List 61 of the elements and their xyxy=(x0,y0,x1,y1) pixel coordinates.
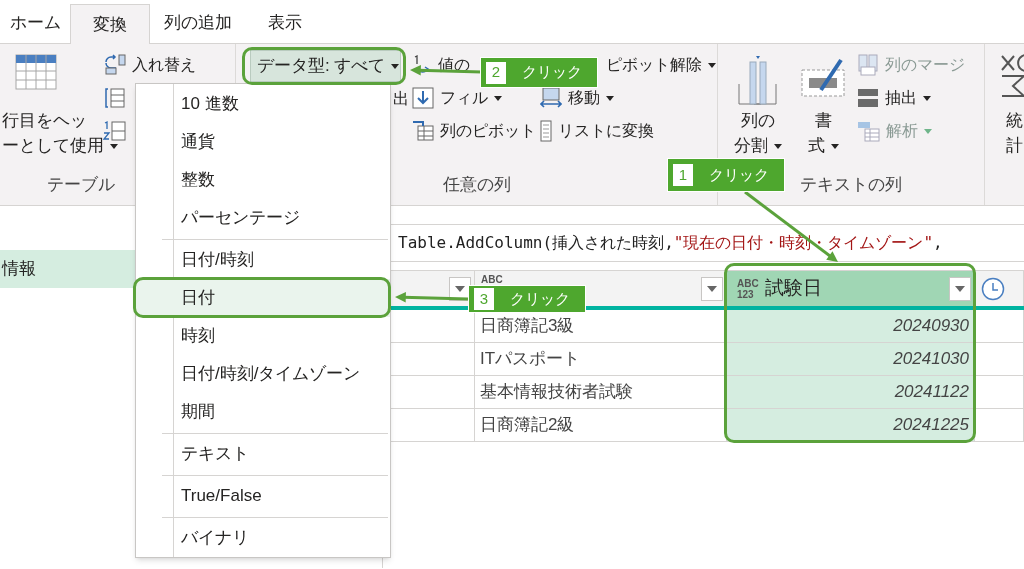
menu-item[interactable]: 通貨 xyxy=(136,123,390,161)
ribbon-button[interactable]: 統 計 xyxy=(991,48,1024,158)
table-icon xyxy=(15,54,57,90)
count-rows-icon xyxy=(103,119,126,142)
group-label: テキストの列 xyxy=(800,174,902,196)
ribbon-tab[interactable]: 変換 xyxy=(70,4,150,44)
filter-button[interactable] xyxy=(949,276,971,301)
data-type-button[interactable]: データ型: すべて xyxy=(250,50,401,82)
callout-label: クリック xyxy=(709,164,769,185)
move-icon xyxy=(540,87,562,108)
table-cell-text: 20241122 xyxy=(894,381,969,404)
table-cell-text: 日商簿記2級 xyxy=(480,414,575,437)
clock-icon xyxy=(981,276,1005,301)
caret-icon xyxy=(955,285,965,292)
menu-item[interactable]: True/False xyxy=(136,477,390,515)
table-cell-text: 20240930 xyxy=(893,315,969,338)
menu-item[interactable]: バイナリ xyxy=(136,519,390,557)
callout-label: クリック xyxy=(510,288,570,309)
menu-item[interactable]: 日付/時刻/タイムゾーン xyxy=(136,355,390,393)
header-label: 試験日 xyxy=(764,276,822,301)
menu-item[interactable]: 整数 xyxy=(136,161,390,199)
fill-down-icon xyxy=(412,86,434,109)
ribbon-button[interactable]: 入れ替え xyxy=(100,54,196,75)
table-cell-text: 20241225 xyxy=(893,414,969,437)
extract-icon xyxy=(857,86,879,109)
table-cell-text: 基本情報技術者試験 xyxy=(480,381,633,404)
menu-item[interactable]: 10 進数 xyxy=(136,85,390,123)
ribbon-button[interactable]: 抽出 xyxy=(854,86,931,109)
step-number: 3 xyxy=(474,288,494,310)
step-number: 2 xyxy=(486,61,506,84)
caret-icon xyxy=(707,285,717,292)
group-label: テーブル xyxy=(47,174,115,196)
reverse-rows-icon xyxy=(103,86,126,109)
ribbon-button[interactable]: 書 式 xyxy=(792,48,854,158)
menu-item[interactable]: 時刻 xyxy=(136,317,390,355)
menu-item[interactable]: 期間 xyxy=(136,393,390,431)
column-header[interactable] xyxy=(975,271,1024,306)
table-cell-text: 20241030 xyxy=(893,348,969,371)
ribbon-label: 出 xyxy=(393,88,409,109)
menu-item[interactable]: テキスト xyxy=(136,435,390,473)
split-column-icon xyxy=(736,54,780,106)
step-number: 1 xyxy=(673,164,693,186)
type-label: ABC xyxy=(481,274,503,285)
type-label: ABC 123 xyxy=(737,277,759,300)
group-label: 任意の列 xyxy=(442,174,511,196)
ribbon-button[interactable]: フィル xyxy=(409,86,502,109)
merge-columns-icon xyxy=(857,53,879,76)
ribbon-button[interactable]: リストに変換 xyxy=(537,119,654,142)
ribbon-button[interactable]: ピボット解除 xyxy=(603,56,716,73)
swap-icon xyxy=(103,54,126,75)
table-cell-text: 日商簿記3級 xyxy=(480,315,575,338)
pivot-icon xyxy=(412,120,434,141)
ribbon-button[interactable]: 列のピボット xyxy=(409,120,536,141)
callout-label: クリック xyxy=(522,62,582,83)
filter-button[interactable] xyxy=(701,276,723,301)
ribbon-button[interactable]: 列の 分割 xyxy=(724,48,792,158)
table-cell-text: ITパスポート xyxy=(480,348,581,371)
replace-values-icon xyxy=(412,54,432,75)
parse-icon xyxy=(857,119,880,142)
list-icon xyxy=(540,119,552,142)
statistics-icon xyxy=(1000,54,1024,98)
